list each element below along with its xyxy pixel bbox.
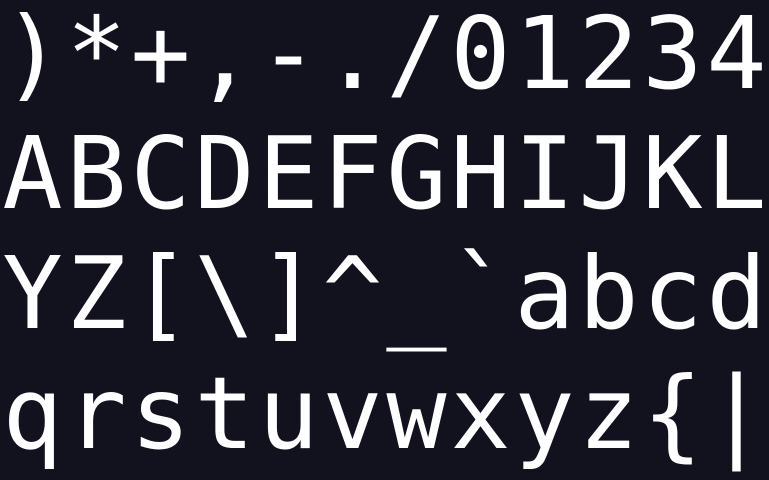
glyph: F <box>322 115 383 232</box>
glyph: 2 <box>578 0 639 112</box>
font-glyph-sheet: ) * + , - . / 0 1 2 3 4 A B C D E F G H … <box>0 0 769 480</box>
glyph: / <box>386 0 447 112</box>
glyph: Y <box>2 235 63 352</box>
glyph: K <box>642 115 703 232</box>
glyph: E <box>258 115 319 232</box>
glyph: - <box>258 0 319 112</box>
glyph-row-3: Y Z [ \ ] ^ _ ` a b c d <box>0 240 769 360</box>
glyph: J <box>578 115 639 232</box>
glyph: B <box>66 115 127 232</box>
glyph: C <box>130 115 191 232</box>
glyph: ^ <box>322 235 383 352</box>
glyph-row-2: A B C D E F G H I J K L <box>0 120 769 240</box>
glyph: \ <box>194 235 255 352</box>
glyph: ` <box>450 235 511 352</box>
glyph: G <box>386 115 447 232</box>
glyph: H <box>450 115 511 232</box>
glyph: q <box>2 355 63 472</box>
glyph: s <box>130 355 191 472</box>
glyph: t <box>194 355 255 472</box>
glyph: ] <box>258 235 319 352</box>
glyph: y <box>514 355 575 472</box>
glyph: I <box>514 115 575 232</box>
glyph: z <box>578 355 639 472</box>
glyph-row-4: q r s t u v w x y z { | <box>0 360 769 480</box>
glyph: v <box>322 355 383 472</box>
glyph: . <box>322 0 383 112</box>
glyph: 4 <box>706 0 767 112</box>
glyph: w <box>386 355 447 472</box>
glyph: 1 <box>514 0 575 112</box>
glyph-row-1: ) * + , - . / 0 1 2 3 4 <box>0 0 769 120</box>
glyph: c <box>642 235 703 352</box>
glyph: [ <box>130 235 191 352</box>
glyph: + <box>130 0 191 112</box>
glyph: b <box>578 235 639 352</box>
glyph: Z <box>66 235 127 352</box>
glyph: * <box>66 0 127 112</box>
glyph: A <box>2 115 63 232</box>
glyph: 3 <box>642 0 703 112</box>
glyph: D <box>194 115 255 232</box>
glyph: _ <box>386 235 447 352</box>
glyph: u <box>258 355 319 472</box>
glyph: r <box>66 355 127 472</box>
glyph: 0 <box>450 0 511 112</box>
glyph: ) <box>2 0 63 112</box>
glyph: x <box>450 355 511 472</box>
glyph: | <box>706 355 767 472</box>
glyph: L <box>706 115 767 232</box>
glyph: d <box>706 235 767 352</box>
glyph: a <box>514 235 575 352</box>
glyph: { <box>642 355 703 472</box>
glyph: , <box>194 0 255 112</box>
